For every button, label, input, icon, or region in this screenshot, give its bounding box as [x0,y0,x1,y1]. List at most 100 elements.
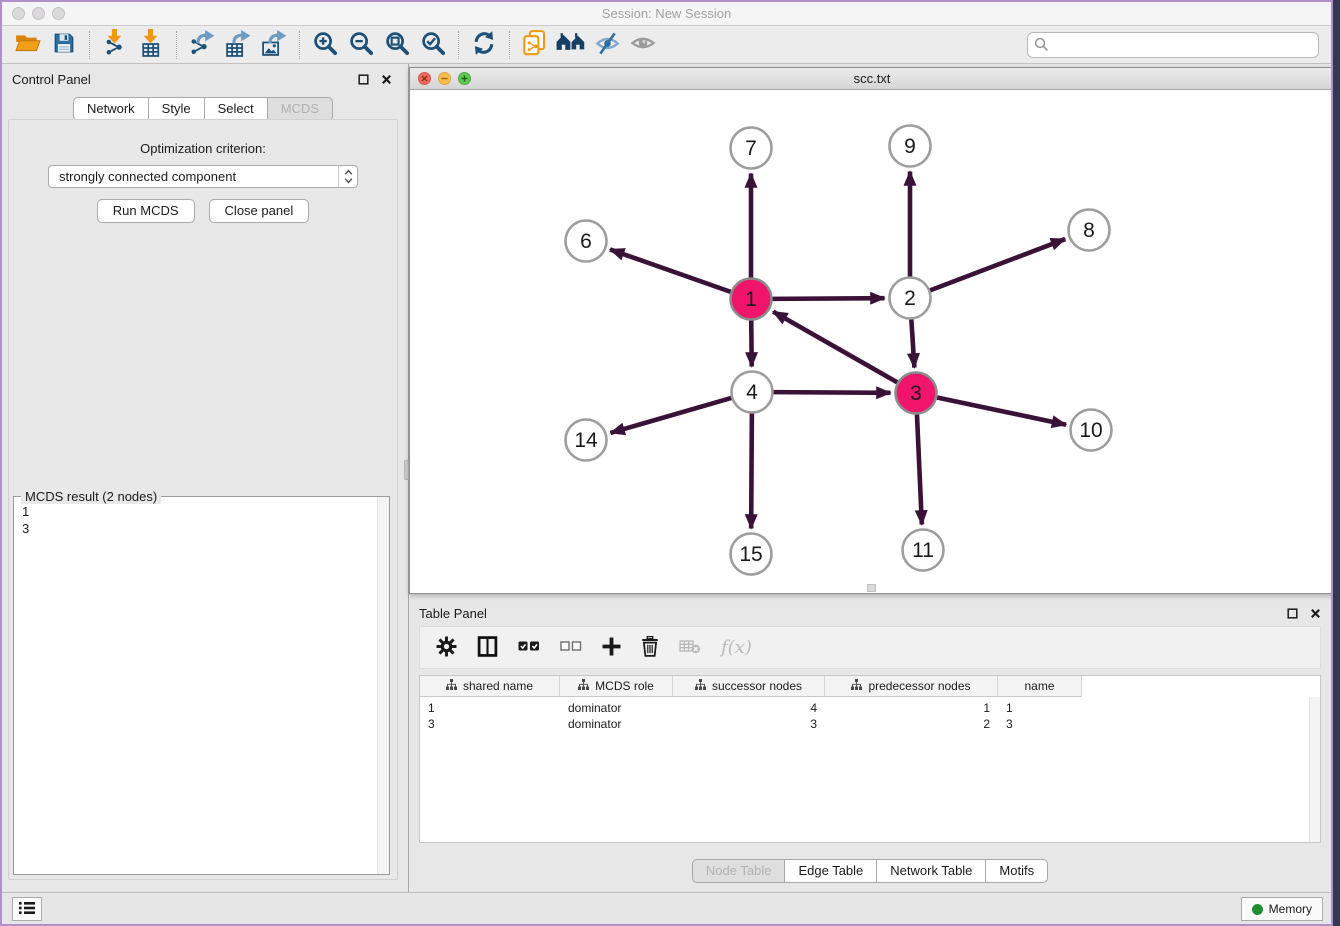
add-row-button[interactable] [602,637,621,659]
tab-network-table[interactable]: Network Table [877,859,986,883]
graph-node[interactable]: 2 [890,278,931,319]
tab-node-table[interactable]: Node Table [692,859,786,883]
column-header-mcds-role[interactable]: MCDS role [560,676,673,697]
canvas-resize-handle[interactable] [867,584,876,592]
table-cell[interactable]: 3 [673,717,825,731]
table-row[interactable]: 1dominator411 [420,700,1320,716]
delete-row-button[interactable] [641,636,659,660]
graph-edge[interactable] [751,413,752,528]
export-table-button[interactable] [220,29,256,61]
table-row[interactable]: 3dominator323 [420,716,1320,732]
column-header-successor-nodes[interactable]: successor nodes [673,676,825,697]
network-window-titlebar[interactable]: scc.txt [410,68,1333,90]
select-all-button[interactable] [518,640,540,655]
memory-button[interactable]: Memory [1241,897,1323,921]
split-columns-button[interactable] [477,636,498,660]
tab-motifs[interactable]: Motifs [986,859,1048,883]
optimization-dropdown[interactable]: strongly connected component [48,165,358,188]
clone-network-button[interactable] [517,29,553,61]
deselect-all-button[interactable] [560,640,582,655]
table-cell[interactable]: 3 [998,717,1082,731]
run-mcds-button[interactable]: Run MCDS [97,199,195,223]
open-folder-icon [15,32,41,57]
graph-edge[interactable] [773,392,890,393]
tab-select[interactable]: Select [205,97,268,121]
table-cell[interactable]: dominator [560,701,673,715]
column-type-icon [578,679,589,693]
tab-network[interactable]: Network [73,97,149,121]
fx-icon: f(x) [721,637,752,658]
table-cell[interactable]: 3 [420,717,560,731]
import-network-button[interactable] [97,29,133,61]
hide-graphics-button[interactable] [589,29,625,61]
graph-edge[interactable] [610,398,731,433]
tab-edge-table[interactable]: Edge Table [785,859,877,883]
select-all-icon [518,640,540,655]
column-header-name[interactable]: name [998,676,1082,697]
graph-edge[interactable] [911,319,914,367]
search-input[interactable] [1027,32,1319,58]
graph-node[interactable]: 6 [566,221,607,262]
float-panel-icon[interactable] [357,73,369,85]
table-cell[interactable]: 1 [998,701,1082,715]
open-folder-button[interactable] [10,29,46,61]
save-button[interactable] [46,29,82,61]
toolbar-separator [458,31,459,59]
graph-node[interactable]: 1 [731,279,772,320]
gear-button[interactable] [436,636,457,660]
task-history-button[interactable] [12,897,42,921]
table-scrollbar[interactable] [1309,697,1320,842]
table-cell[interactable]: 1 [825,701,998,715]
close-panel-button[interactable]: Close panel [209,199,310,223]
graph-node[interactable]: 9 [890,126,931,167]
graph-node[interactable]: 4 [732,372,773,413]
graph-edge[interactable] [917,414,922,524]
tab-style[interactable]: Style [149,97,205,121]
network-canvas[interactable]: 7 9 6 8 1 2 4 3 14 10 15 11 [410,90,1333,593]
tab-mcds[interactable]: MCDS [268,97,333,121]
graph-node[interactable]: 15 [731,534,772,575]
graph-node[interactable]: 10 [1071,410,1112,451]
add-row-icon [602,637,621,659]
table-body: 1dominator4113dominator323 [420,697,1320,732]
graph-edge[interactable] [773,312,897,383]
memory-label: Memory [1269,902,1312,916]
zoom-in-button[interactable] [307,29,343,61]
import-table-icon [139,29,163,60]
network-graph[interactable]: 7 9 6 8 1 2 4 3 14 10 15 11 [410,90,1333,593]
zoom-out-button[interactable] [343,29,379,61]
table-cell[interactable]: dominator [560,717,673,731]
export-image-button[interactable] [256,29,292,61]
import-table-button[interactable] [133,29,169,61]
close-panel-icon[interactable] [380,73,392,85]
result-scrollbar[interactable] [377,497,389,874]
zoom-fit-button[interactable] [379,29,415,61]
refresh-button[interactable] [466,29,502,61]
graph-edge[interactable] [930,239,1065,290]
eye-disabled-button[interactable] [625,29,661,61]
graph-edge[interactable] [772,298,884,299]
float-table-panel-icon[interactable] [1286,607,1298,619]
control-panel-tabs: NetworkStyleSelectMCDS [2,97,404,121]
table-cell[interactable]: 4 [673,701,825,715]
graph-edge[interactable] [937,397,1066,424]
table-cell[interactable]: 2 [825,717,998,731]
graph-node[interactable]: 11 [903,530,944,571]
graph-node[interactable]: 14 [566,420,607,461]
graph-edge[interactable] [610,249,731,291]
column-header-shared-name[interactable]: shared name [420,676,560,697]
refresh-icon [472,31,496,58]
graph-node[interactable]: 8 [1069,210,1110,251]
table-cell[interactable]: 1 [420,701,560,715]
graph-node-label: 7 [745,137,757,160]
neighbors-button[interactable] [553,29,589,61]
graph-node[interactable]: 3 [896,373,937,414]
dropdown-stepper-icon[interactable] [338,166,357,187]
graph-node[interactable]: 7 [731,128,772,169]
zoom-selected-button[interactable] [415,29,451,61]
column-header-predecessor-nodes[interactable]: predecessor nodes [825,676,998,697]
table-tabs: Node TableEdge TableNetwork TableMotifs [409,859,1331,883]
graph-node-label: 15 [739,543,762,566]
close-table-panel-icon[interactable] [1309,607,1321,619]
export-network-button[interactable] [184,29,220,61]
